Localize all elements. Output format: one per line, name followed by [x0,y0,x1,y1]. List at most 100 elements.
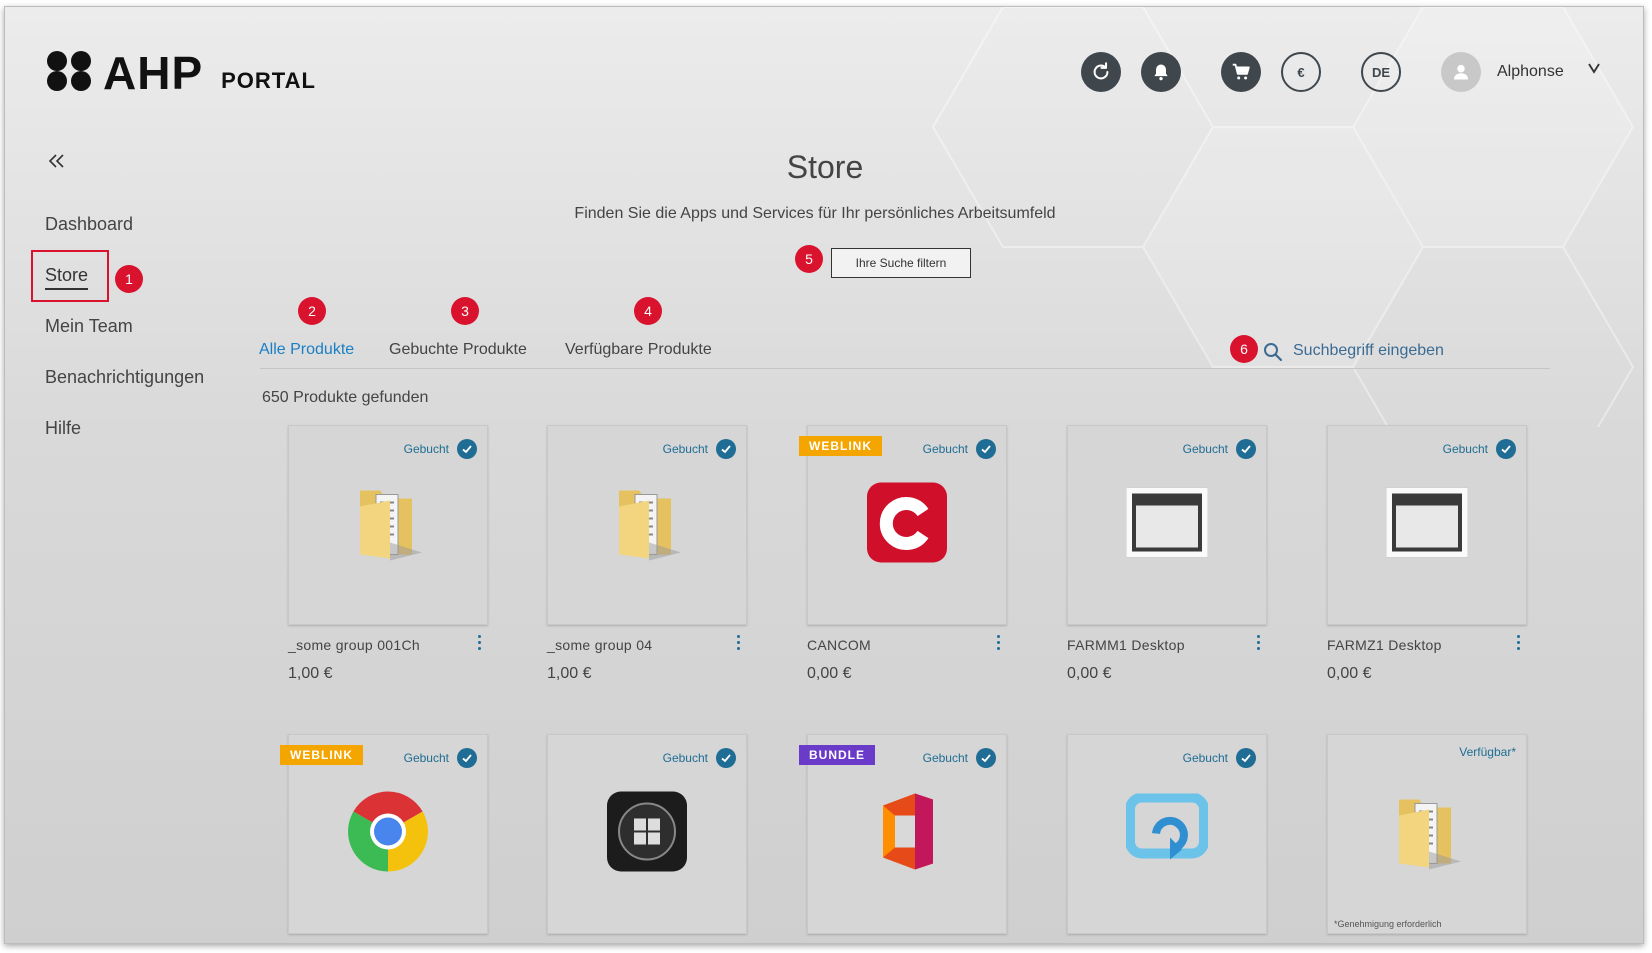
product-card[interactable]: Gebucht FARMM1 Desktop 0,00 € [1067,425,1267,682]
product-price: 0,00 € [1067,665,1112,682]
product-name[interactable]: _some group 001Ch [288,637,420,653]
sidebar-item-benachrichtigungen[interactable]: Benachrichtigungen [45,367,204,388]
status-label: Gebucht [1442,442,1488,456]
product-price: 0,00 € [1327,665,1372,682]
status-label: Gebucht [662,751,708,765]
result-count: 650 Produkte gefunden [262,389,429,406]
avatar[interactable] [1441,52,1481,92]
user-name[interactable]: Alphonse [1497,63,1564,81]
sidebar-item-dashboard[interactable]: Dashboard [45,214,133,235]
product-card[interactable]: Gebucht _some group 001Ch 1,00 € [288,425,488,682]
check-icon [716,439,736,459]
status-badge: Gebucht [1183,439,1256,459]
logo-subtext: PORTAL [221,68,316,93]
product-card[interactable]: Verfügbar* *Genehmigung erforderlich [1327,734,1527,934]
logo-dots-icon [45,49,97,93]
check-icon [1236,748,1256,768]
status-badge: Gebucht [923,748,996,768]
product-price: 0,00 € [807,665,852,682]
desktop-window-icon [1125,487,1209,563]
weblink-badge: WEBLINK [280,745,363,765]
brand-logo[interactable]: AHP PORTAL [45,49,316,96]
product-card[interactable]: Gebucht FARMZ1 Desktop 0,00 € [1327,425,1527,682]
more-options-icon[interactable] [993,635,1003,650]
office-icon [875,792,939,877]
product-name[interactable]: FARMM1 Desktop [1067,637,1185,653]
notifications-button[interactable] [1141,52,1181,92]
product-card[interactable]: BUNDLE Gebucht [799,734,1007,934]
product-name[interactable]: CANCOM [807,637,871,653]
annotation-marker-4: 4 [634,297,662,325]
check-icon [716,748,736,768]
user-icon [1453,64,1469,80]
more-options-icon[interactable] [1253,635,1263,650]
annotation-marker-1: 1 [115,265,143,293]
tabs-divider [260,368,1550,369]
product-tile[interactable]: WEBLINK Gebucht [280,734,488,934]
more-options-icon[interactable] [474,635,484,650]
currency-button[interactable]: € [1281,52,1321,92]
tab-verfuegbare-produkte[interactable]: Verfügbare Produkte [565,341,712,359]
check-icon [457,439,477,459]
folder-icon [1389,792,1465,877]
annotation-marker-5: 5 [795,245,823,273]
product-tile[interactable]: Verfügbar* *Genehmigung erforderlich [1327,734,1527,934]
product-tile[interactable]: WEBLINK Gebucht [799,425,1007,625]
chevron-down-icon[interactable] [1587,61,1601,80]
windows-icon [607,791,687,877]
currency-label: € [1297,64,1305,80]
check-icon [1496,439,1516,459]
product-tile[interactable]: Gebucht [547,734,747,934]
sidebar-item-hilfe[interactable]: Hilfe [45,418,81,439]
chrome-icon [348,791,428,877]
cart-button[interactable] [1221,52,1261,92]
search-input[interactable] [1293,338,1553,364]
product-card[interactable]: Gebucht [547,734,747,934]
page-title: Store [786,149,864,185]
tab-alle-produkte[interactable]: Alle Produkte [259,341,354,359]
product-tile[interactable]: Gebucht [1067,734,1267,934]
bell-icon [1154,64,1168,81]
check-icon [976,439,996,459]
refresh-button[interactable] [1081,52,1121,92]
product-name[interactable]: FARMZ1 Desktop [1327,637,1442,653]
cart-icon [1232,63,1250,80]
status-badge: Gebucht [1443,439,1516,459]
language-button[interactable]: DE [1361,52,1401,92]
status-label: Gebucht [1182,751,1228,765]
product-tile[interactable]: Gebucht [547,425,747,625]
status-label: Verfügbar* [1459,745,1516,759]
status-badge: Gebucht [663,748,736,768]
product-tile[interactable]: Gebucht [1327,425,1527,625]
product-tile[interactable]: Gebucht [288,425,488,625]
product-card[interactable]: WEBLINK Gebucht CANCOM 0,00 € [799,425,1007,682]
cancom-icon [867,482,947,568]
product-card[interactable]: Gebucht _some group 04 1,00 € [547,425,747,682]
product-name[interactable]: _some group 04 [547,637,652,653]
status-badge: Gebucht [1183,748,1256,768]
refresh-icon [1093,62,1109,80]
filter-search-button[interactable]: Ihre Suche filtern [831,248,971,278]
app-window: AHP PORTAL € DE Alphonse Dashboard Store… [4,6,1644,944]
product-card[interactable]: WEBLINK Gebucht [280,734,488,934]
folder-icon [350,483,426,568]
status-label: Gebucht [922,442,968,456]
collapse-sidebar-icon[interactable] [47,150,67,178]
annotation-marker-6: 6 [1230,335,1258,363]
status-label: Gebucht [922,751,968,765]
product-tile[interactable]: BUNDLE Gebucht [799,734,1007,934]
product-tile[interactable]: Gebucht [1067,425,1267,625]
approval-footnote: *Genehmigung erforderlich [1334,919,1442,929]
status-label: Gebucht [662,442,708,456]
search-icon[interactable] [1263,342,1283,367]
status-label: Gebucht [403,751,449,765]
tab-gebuchte-produkte[interactable]: Gebuchte Produkte [389,341,527,359]
product-price: 1,00 € [288,665,333,682]
product-card[interactable]: Gebucht [1067,734,1267,934]
more-options-icon[interactable] [733,635,743,650]
sidebar-item-mein-team[interactable]: Mein Team [45,316,133,337]
more-options-icon[interactable] [1513,635,1523,650]
folder-icon [609,483,685,568]
page-subtitle: Finden Sie die Apps und Services für Ihr… [574,205,1056,222]
highlight-box [31,250,109,302]
